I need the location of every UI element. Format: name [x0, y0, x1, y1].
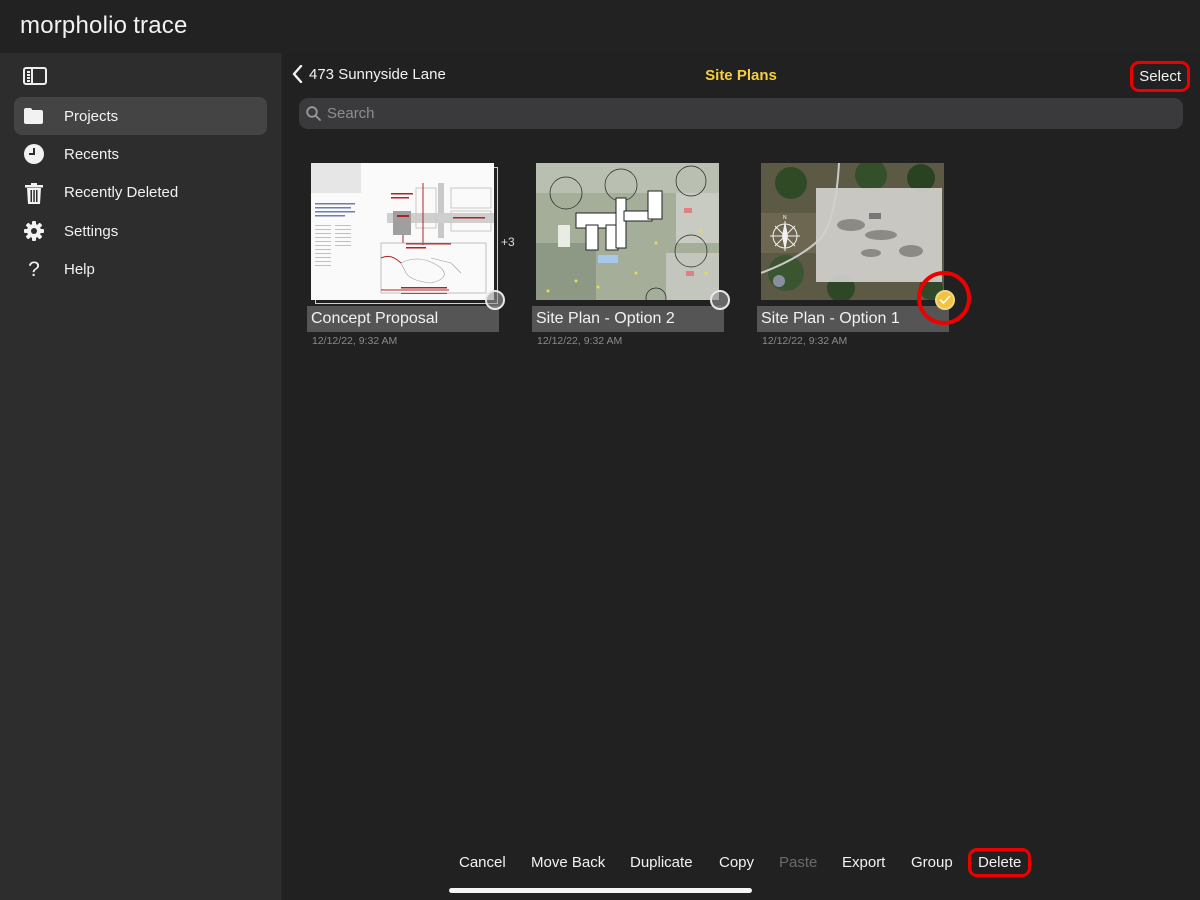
folder-icon	[24, 106, 44, 126]
file-date: 12/12/22, 9:32 AM	[537, 335, 622, 347]
search-input[interactable]	[327, 105, 1127, 122]
file-thumbnail[interactable]	[536, 163, 719, 300]
app-header: morpholiotrace	[0, 0, 1200, 53]
search-bar[interactable]	[299, 98, 1183, 129]
annotation-highlight-ring	[917, 271, 971, 325]
sidebar-item-label: Projects	[64, 108, 118, 125]
app-logo: morpholiotrace	[20, 12, 188, 40]
stack-count: +3	[501, 235, 515, 249]
search-icon	[306, 106, 321, 121]
trash-icon	[24, 183, 44, 203]
sidebar-item-label: Settings	[64, 223, 118, 240]
sidebar-nav: Projects Recents Recently Deleted Settin…	[14, 97, 267, 289]
copy-button[interactable]: Copy	[719, 854, 754, 871]
clock-icon	[24, 144, 44, 164]
sidebar-item-label: Recents	[64, 146, 119, 163]
back-label: 473 Sunnyside Lane	[309, 66, 446, 83]
paste-button[interactable]: Paste	[779, 854, 817, 871]
file-title[interactable]: Site Plan - Option 2	[532, 306, 724, 332]
select-radio[interactable]	[710, 290, 730, 310]
svg-text:N: N	[783, 215, 787, 221]
sidebar-item-label: Recently Deleted	[64, 184, 178, 201]
file-title[interactable]: Concept Proposal	[307, 306, 499, 332]
selection-toolbar: Cancel Move Back Duplicate Copy Paste Ex…	[282, 850, 1200, 880]
duplicate-button[interactable]: Duplicate	[630, 854, 693, 871]
file-date: 12/12/22, 9:32 AM	[762, 335, 847, 347]
chevron-left-icon	[292, 65, 303, 83]
sidebar-item-projects[interactable]: Projects	[14, 97, 267, 135]
sidebar-item-label: Help	[64, 261, 95, 278]
select-radio[interactable]	[485, 290, 505, 310]
sidebar-item-help[interactable]: ? Help	[14, 251, 267, 290]
sidebar-item-recents[interactable]: Recents	[14, 135, 267, 174]
cancel-button[interactable]: Cancel	[459, 854, 506, 871]
sidebar: Projects Recents Recently Deleted Settin…	[0, 53, 282, 900]
delete-button[interactable]: Delete	[968, 848, 1031, 877]
file-thumbnail[interactable]	[311, 163, 494, 300]
sidebar-item-settings[interactable]: Settings	[14, 212, 267, 251]
move-back-button[interactable]: Move Back	[531, 854, 605, 871]
file-thumbnail[interactable]: N	[761, 163, 944, 300]
gear-icon	[24, 221, 44, 241]
main-content: 473 Sunnyside Lane Site Plans Select	[282, 53, 1200, 900]
sidebar-toggle-icon[interactable]	[23, 67, 47, 85]
file-date: 12/12/22, 9:32 AM	[312, 335, 397, 347]
brand-primary: morpholio	[20, 12, 127, 39]
back-button[interactable]: 473 Sunnyside Lane	[292, 65, 446, 83]
select-button[interactable]: Select	[1130, 61, 1190, 92]
help-icon: ?	[24, 260, 44, 280]
home-indicator[interactable]	[449, 888, 752, 893]
sidebar-item-recently-deleted[interactable]: Recently Deleted	[14, 174, 267, 213]
brand-secondary: trace	[133, 12, 187, 39]
export-button[interactable]: Export	[842, 854, 885, 871]
group-button[interactable]: Group	[911, 854, 953, 871]
